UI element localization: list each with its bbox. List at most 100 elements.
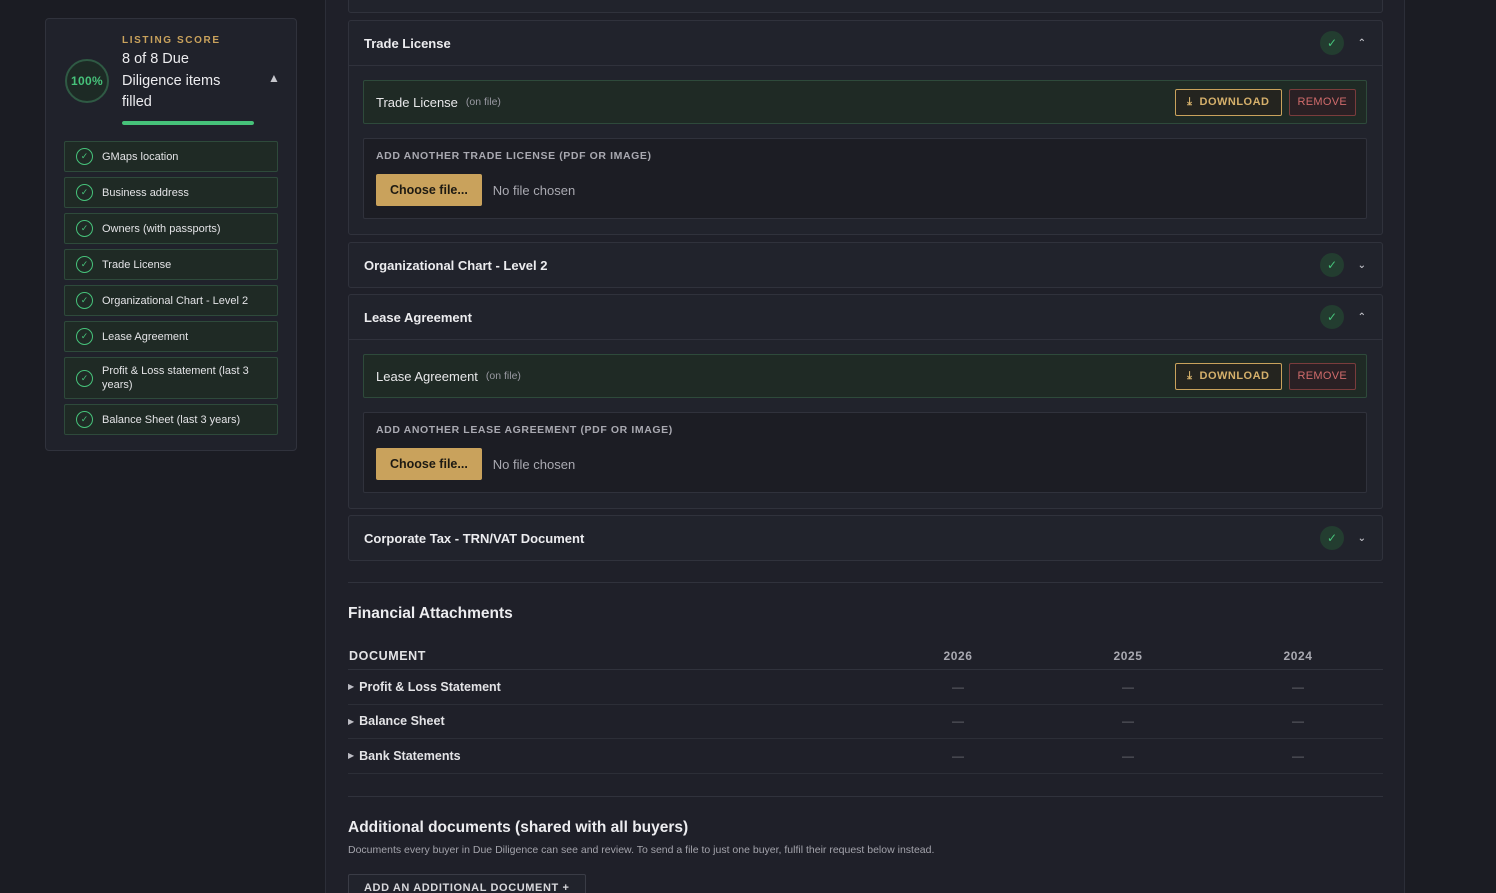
check-circle-icon: ✓ xyxy=(76,292,93,309)
score-eyebrow: LISTING SCORE xyxy=(122,35,221,46)
panel-title: Lease Agreement xyxy=(364,309,472,325)
on-file-note: (on file) xyxy=(465,96,501,108)
lease-agreement-header[interactable]: Lease Agreement ✓ ⌃ xyxy=(349,295,1382,339)
trade-license-header[interactable]: Trade License ✓ ⌃ xyxy=(349,21,1382,65)
previous-document-panel xyxy=(348,0,1383,13)
check-circle-icon: ✓ xyxy=(76,328,93,345)
listing-score-panel: 100% LISTING SCORE 8 of 8 Due Diligence … xyxy=(45,18,297,451)
section-divider xyxy=(348,796,1383,797)
check-icon: ✓ xyxy=(1320,526,1344,550)
org-chart-header[interactable]: Organizational Chart - Level 2 ✓ ⌄ xyxy=(349,243,1382,287)
score-progress-fill xyxy=(122,121,254,125)
check-circle-icon: ✓ xyxy=(76,369,93,387)
checklist-item[interactable]: ✓ Business address xyxy=(64,177,278,208)
upload-label: ADD ANOTHER TRADE LICENSE (PDF OR IMAGE) xyxy=(376,150,652,162)
remove-button[interactable]: REMOVE xyxy=(1288,88,1356,116)
no-file-text: No file chosen xyxy=(492,182,576,198)
table-cell: — xyxy=(1122,748,1134,763)
checklist-item[interactable]: ✓ Trade License xyxy=(64,249,278,280)
file-row: Trade License (on file) ⤓ DOWNLOAD REMOV… xyxy=(363,80,1367,124)
checklist-item[interactable]: ✓ Owners (with passports) xyxy=(64,213,278,244)
expand-triangle-icon: ▶ xyxy=(348,716,355,726)
table-cell: — xyxy=(1122,714,1134,729)
main-content: Trade License ✓ ⌃ Trade License (on file… xyxy=(325,0,1405,893)
upload-box: ADD ANOTHER TRADE LICENSE (PDF OR IMAGE)… xyxy=(363,138,1367,219)
row-label: Bank Statements xyxy=(359,748,461,763)
section-divider xyxy=(348,582,1383,583)
download-icon: ⤓ xyxy=(1187,95,1193,108)
score-percent-ring: 100% xyxy=(65,59,109,103)
additional-documents-description: Documents every buyer in Due Diligence c… xyxy=(348,844,935,856)
checklist-item-label: Trade License xyxy=(102,258,172,271)
checklist-item[interactable]: ✓ GMaps location xyxy=(64,141,278,172)
file-row: Lease Agreement (on file) ⤓ DOWNLOAD REM… xyxy=(363,354,1367,398)
column-header: 2025 xyxy=(1113,648,1143,663)
download-button[interactable]: ⤓ DOWNLOAD xyxy=(1175,362,1282,390)
table-cell: — xyxy=(952,748,964,763)
add-additional-document-button[interactable]: ADD AN ADDITIONAL DOCUMENT + xyxy=(348,874,586,893)
table-row[interactable]: ▶ Balance Sheet — — — xyxy=(348,705,1383,739)
upload-label: ADD ANOTHER LEASE AGREEMENT (PDF OR IMAG… xyxy=(376,424,673,436)
table-cell: — xyxy=(1122,679,1134,694)
column-header: 2024 xyxy=(1283,648,1313,663)
panel-title: Organizational Chart - Level 2 xyxy=(364,257,548,273)
checklist-item-label: Owners (with passports) xyxy=(102,222,221,235)
score-summary: 8 of 8 Due Diligence items filled xyxy=(122,51,221,110)
check-circle-icon: ✓ xyxy=(76,184,93,201)
table-cell: — xyxy=(952,679,964,694)
checklist-item[interactable]: ✓ Organizational Chart - Level 2 xyxy=(64,285,278,316)
lease-agreement-panel: Lease Agreement ✓ ⌃ Lease Agreement (on … xyxy=(348,294,1383,509)
checklist-item-label: Profit & Loss statement (last 3 years) xyxy=(102,365,249,391)
checklist-item[interactable]: ✓ Balance Sheet (last 3 years) xyxy=(64,404,278,435)
column-header: 2026 xyxy=(943,648,973,663)
table-row[interactable]: ▶ Bank Statements — — — xyxy=(348,739,1383,774)
corporate-tax-panel: Corporate Tax - TRN/VAT Document ✓ ⌄ xyxy=(348,515,1383,561)
row-label: Profit & Loss Statement xyxy=(359,679,501,694)
chevron-down-icon[interactable]: ⌄ xyxy=(1348,533,1366,544)
check-icon: ✓ xyxy=(1320,31,1344,55)
panel-title: Corporate Tax - TRN/VAT Document xyxy=(364,530,585,546)
check-icon: ✓ xyxy=(1320,305,1344,329)
check-circle-icon: ✓ xyxy=(76,148,93,165)
checklist-item-label: GMaps location xyxy=(102,150,179,163)
financial-attachments-title: Financial Attachments xyxy=(348,605,513,622)
table-row[interactable]: ▶ Profit & Loss Statement — — — xyxy=(348,670,1383,705)
choose-file-button[interactable]: Choose file... xyxy=(376,174,482,206)
corporate-tax-header[interactable]: Corporate Tax - TRN/VAT Document ✓ ⌄ xyxy=(349,516,1382,560)
financial-table-header: DOCUMENT 2026 2025 2024 xyxy=(348,642,1383,670)
checklist-item[interactable]: ✓ Lease Agreement xyxy=(64,321,278,352)
org-chart-panel: Organizational Chart - Level 2 ✓ ⌄ xyxy=(348,242,1383,288)
checklist-item-label: Balance Sheet (last 3 years) xyxy=(102,413,241,426)
file-name: Trade License xyxy=(376,94,458,110)
choose-file-button[interactable]: Choose file... xyxy=(376,448,482,480)
download-icon: ⤓ xyxy=(1187,369,1193,382)
checklist-item-label: Lease Agreement xyxy=(102,330,189,343)
row-label: Balance Sheet xyxy=(359,714,445,729)
upload-box: ADD ANOTHER LEASE AGREEMENT (PDF OR IMAG… xyxy=(363,412,1367,493)
table-cell: — xyxy=(952,714,964,729)
check-icon: ✓ xyxy=(1320,253,1344,277)
no-file-text: No file chosen xyxy=(492,456,576,472)
table-cell: — xyxy=(1292,679,1304,694)
column-header: DOCUMENT xyxy=(349,648,427,663)
file-name: Lease Agreement xyxy=(376,368,478,384)
due-diligence-checklist: ✓ GMaps location ✓ Business address ✓ Ow… xyxy=(64,141,278,440)
financial-table: DOCUMENT 2026 2025 2024 ▶ Profit & Loss S… xyxy=(348,642,1383,774)
trade-license-panel: Trade License ✓ ⌃ Trade License (on file… xyxy=(348,20,1383,235)
check-circle-icon: ✓ xyxy=(76,220,93,237)
remove-button[interactable]: REMOVE xyxy=(1288,362,1356,390)
check-circle-icon: ✓ xyxy=(76,411,93,428)
additional-documents-title: Additional documents (shared with all bu… xyxy=(348,819,689,836)
collapse-up-icon[interactable]: ▲ xyxy=(268,71,280,85)
chevron-down-icon[interactable]: ⌄ xyxy=(1348,260,1366,271)
chevron-up-icon[interactable]: ⌃ xyxy=(1348,38,1366,49)
chevron-up-icon[interactable]: ⌃ xyxy=(1348,312,1366,323)
on-file-note: (on file) xyxy=(485,370,521,382)
table-cell: — xyxy=(1292,714,1304,729)
checklist-item-label: Business address xyxy=(102,186,189,199)
check-circle-icon: ✓ xyxy=(76,256,93,273)
expand-triangle-icon: ▶ xyxy=(348,682,355,692)
table-cell: — xyxy=(1292,748,1304,763)
checklist-item[interactable]: ✓ Profit & Loss statement (last 3 years) xyxy=(64,357,278,399)
download-button[interactable]: ⤓ DOWNLOAD xyxy=(1175,88,1282,116)
